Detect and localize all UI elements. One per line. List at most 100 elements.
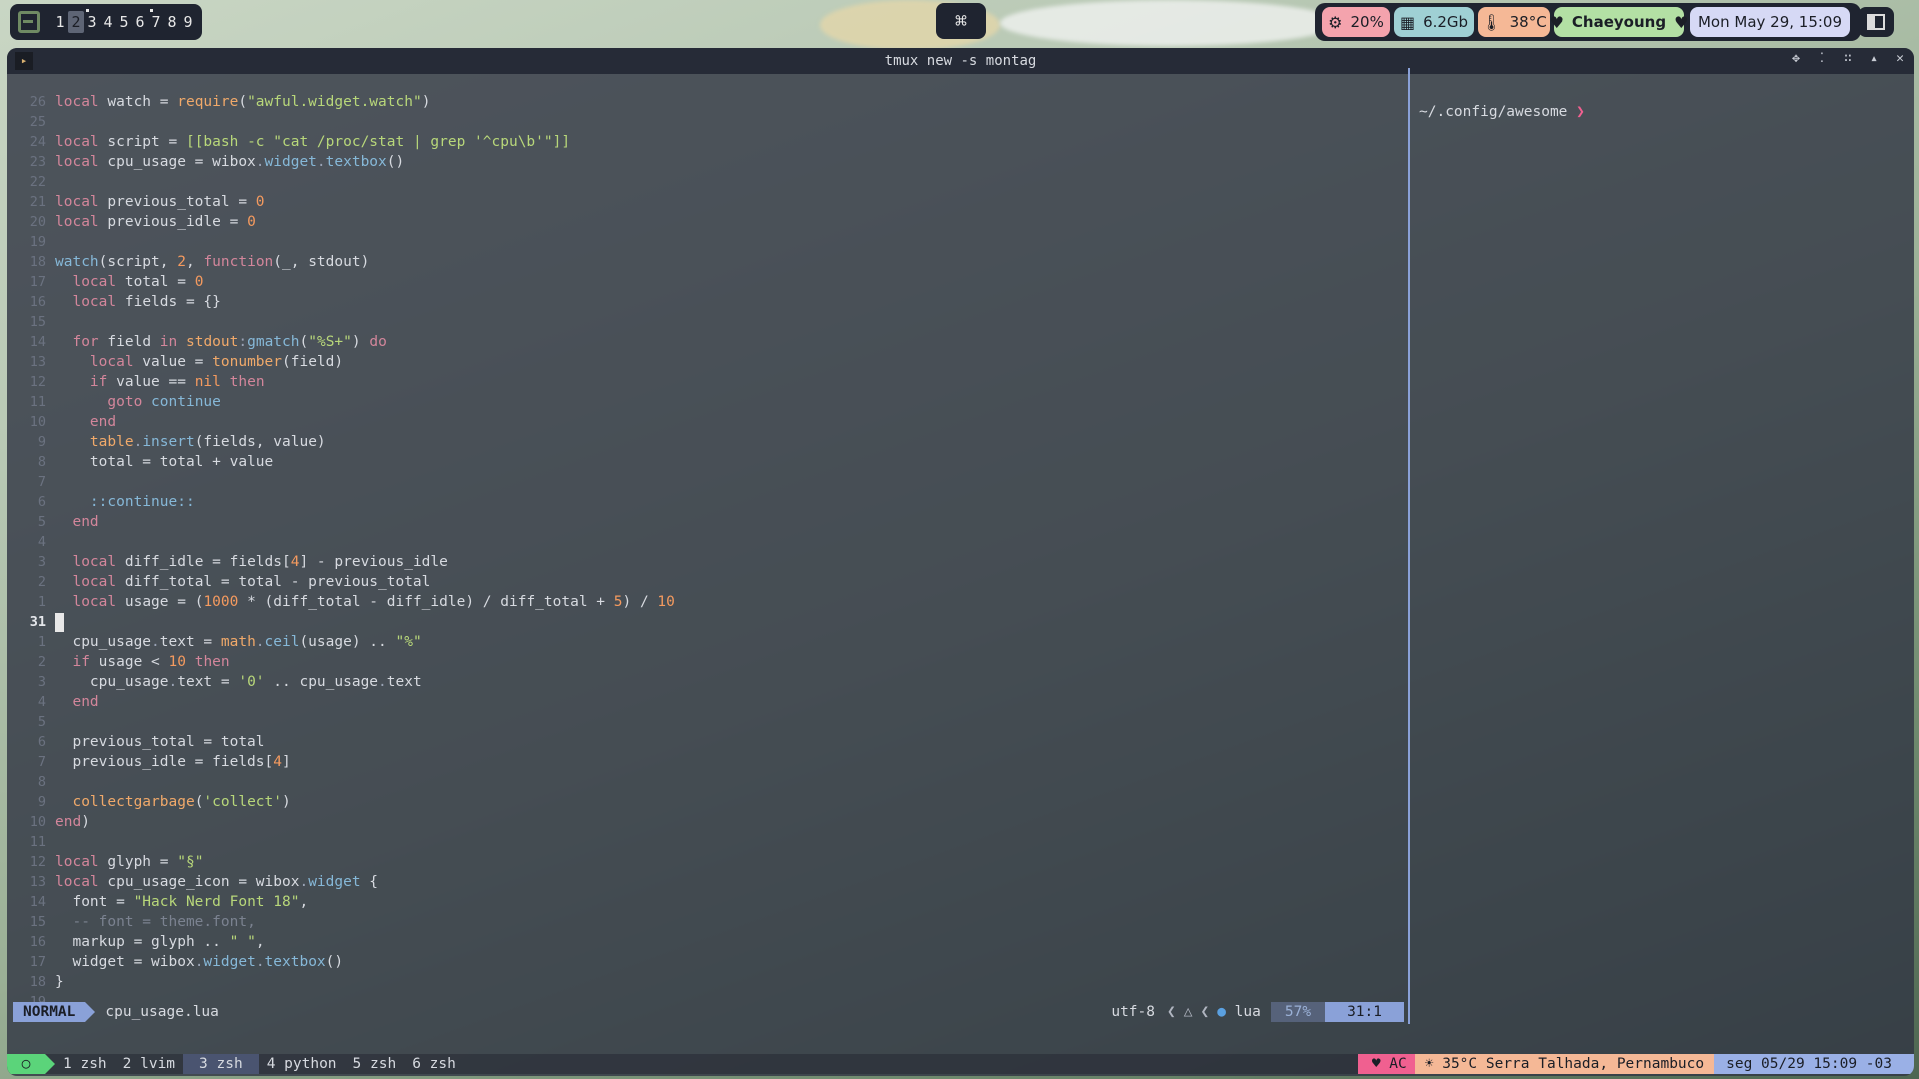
line-number: 9 (37, 794, 46, 810)
code-line[interactable]: 18 watch(script, 2, function(_, stdout) (7, 252, 1407, 272)
code-line[interactable]: 9 table.insert(fields, value) (7, 432, 1407, 452)
pane-divider[interactable] (1408, 68, 1410, 1024)
tmux-window-tab[interactable]: 4 python (259, 1054, 345, 1074)
app-menu-icon[interactable]: ⌘ (936, 3, 986, 39)
workspace-tag[interactable]: 8 (164, 11, 180, 33)
line-text: if value == nil then (89, 374, 265, 390)
workspace-tag[interactable]: 2 (68, 11, 84, 33)
workspace-tag[interactable]: 3 (84, 9, 100, 33)
maximize-icon[interactable]: ▴ (1866, 51, 1882, 66)
code-line[interactable]: 17 widget = wibox.widget.textbox() (7, 952, 1407, 972)
workspace-tag[interactable]: 7 (148, 9, 164, 33)
code-line[interactable]: 13 local cpu_usage_icon = wibox.widget { (7, 872, 1407, 892)
line-text: local fields = {} (72, 294, 221, 310)
line-text: end (72, 514, 99, 530)
code-line[interactable]: 21 local previous_total = 0 (7, 192, 1407, 212)
code-line[interactable]: 3 cpu_usage.text = '0' .. cpu_usage.text (7, 672, 1407, 692)
temperature-widget[interactable]: 🌡 38°C (1478, 7, 1550, 37)
code-line[interactable]: 11 goto continue (7, 392, 1407, 412)
code-line[interactable]: 6 previous_total = total (7, 732, 1407, 752)
tmux-window-list: 1 zsh 2 lvim 3 zsh 4 python 5 zsh 6 zsh (55, 1054, 464, 1074)
code-line[interactable]: 2 if usage < 10 then (7, 652, 1407, 672)
heart-icon: ♥ (1549, 12, 1564, 32)
line-text: local watch = require("awful.widget.watc… (55, 94, 431, 110)
line-text: local cpu_usage_icon = wibox.widget { (55, 874, 379, 890)
tmux-window-tab[interactable]: 3 zsh (183, 1054, 259, 1074)
line-number: 15 (29, 314, 46, 330)
line-text: widget = wibox.widget.textbox() (55, 954, 344, 970)
workspace-switcher: 123456789 (10, 4, 202, 40)
code-line[interactable]: 14 font = "Hack Nerd Font 18", (7, 892, 1407, 912)
code-line[interactable]: 17 local total = 0 (7, 272, 1407, 292)
code-line[interactable]: 12 if value == nil then (7, 372, 1407, 392)
clock-widget[interactable]: Mon May 29, 15:09 (1690, 7, 1850, 37)
layout-switcher-icon[interactable] (1858, 7, 1894, 37)
code-line[interactable]: 11 (7, 832, 1407, 852)
code-line[interactable]: 13 local value = tonumber(field) (7, 352, 1407, 372)
shell-pane[interactable]: ~/.config/awesome ❯ (1419, 104, 1585, 120)
code-line[interactable]: 15 (7, 312, 1407, 332)
workspace-tag[interactable]: 6 (132, 11, 148, 33)
code-line[interactable]: 7 (7, 472, 1407, 492)
code-line[interactable]: 26 local watch = require("awful.widget.wa… (7, 92, 1407, 112)
workspace-tag[interactable]: 1 (52, 11, 68, 33)
close-icon[interactable]: ✕ (1892, 51, 1908, 66)
code-line[interactable]: 10 end) (7, 812, 1407, 832)
lua-icon: ● (1217, 1004, 1235, 1020)
line-number: 15 (29, 914, 46, 930)
code-line[interactable]: 7 previous_idle = fields[4] (7, 752, 1407, 772)
code-line[interactable]: 3 local diff_idle = fields[4] - previous… (7, 552, 1407, 572)
cpu-widget[interactable]: ⚙ 20% (1322, 7, 1390, 37)
line-text: table.insert(fields, value) (89, 434, 326, 450)
workspace-tag[interactable]: 9 (180, 11, 196, 33)
code-line[interactable]: 5 end (7, 512, 1407, 532)
tmux-window-tab[interactable]: 1 zsh (55, 1054, 115, 1074)
code-line[interactable]: 2 local diff_total = total - previous_to… (7, 572, 1407, 592)
code-line[interactable]: 23 local cpu_usage = wibox.widget.textbox… (7, 152, 1407, 172)
code-line[interactable]: 6 ::continue:: (7, 492, 1407, 512)
code-line[interactable]: 12 local glyph = "§" (7, 852, 1407, 872)
tmux-window-tab[interactable]: 2 lvim (115, 1054, 183, 1074)
code-line[interactable]: 10 end (7, 412, 1407, 432)
code-buffer[interactable]: 26 local watch = require("awful.widget.wa… (7, 92, 1407, 1012)
code-line[interactable]: 8 total = total + value (7, 452, 1407, 472)
code-line[interactable]: 14 for field in stdout:gmatch("%S+") do (7, 332, 1407, 352)
code-line[interactable]: 9 collectgarbage('collect') (7, 792, 1407, 812)
line-text: cpu_usage.text = '0' .. cpu_usage.text (55, 674, 422, 690)
code-line[interactable]: 16 markup = glyph .. " ", (7, 932, 1407, 952)
code-line[interactable]: 25 (7, 112, 1407, 132)
tmux-window-tab[interactable]: 5 zsh (345, 1054, 405, 1074)
code-line[interactable]: 5 (7, 712, 1407, 732)
code-line[interactable]: 4 end (7, 692, 1407, 712)
window-titlebar[interactable]: ▸ tmux new -s montag ✥ ⁚ ∷ ▴ ✕ (7, 48, 1914, 74)
sticky-icon[interactable]: ✥ (1788, 51, 1804, 66)
memory-widget[interactable]: ▦ 6.2Gb (1394, 7, 1474, 37)
line-number: 2 (37, 654, 46, 670)
code-line[interactable]: 16 local fields = {} (7, 292, 1407, 312)
line-text: end (89, 414, 117, 430)
code-line[interactable]: 4 (7, 532, 1407, 552)
line-number: 13 (29, 874, 46, 890)
ontop-icon[interactable]: ⁚ (1814, 51, 1830, 66)
code-line[interactable]: 31 (7, 612, 1407, 632)
code-line[interactable]: 24 local script = [[bash -c "cat /proc/st… (7, 132, 1407, 152)
line-number: 12 (29, 374, 46, 390)
code-line[interactable]: 8 (7, 772, 1407, 792)
tmux-window-tab[interactable]: 6 zsh (404, 1054, 464, 1074)
user-widget[interactable]: ♥ Chaeyoung ♥ (1550, 7, 1688, 37)
floating-icon[interactable]: ∷ (1840, 51, 1856, 66)
line-number: 5 (37, 714, 46, 730)
code-line[interactable]: 1 cpu_usage.text = math.ceil(usage) .. "… (7, 632, 1407, 652)
launcher-icon[interactable] (18, 11, 40, 33)
code-line[interactable]: 18} (7, 972, 1407, 992)
code-line[interactable]: 15 -- font = theme.font, (7, 912, 1407, 932)
editor-pane[interactable]: 26 local watch = require("awful.widget.wa… (7, 74, 1408, 1024)
code-line[interactable]: 20 local previous_idle = 0 (7, 212, 1407, 232)
code-line[interactable]: 19 (7, 232, 1407, 252)
code-line[interactable]: 1 local usage = (1000 * (diff_total - di… (7, 592, 1407, 612)
workspace-list: 123456789 (52, 9, 196, 33)
line-text: goto continue (107, 394, 221, 410)
code-line[interactable]: 22 (7, 172, 1407, 192)
workspace-tag[interactable]: 5 (116, 11, 132, 33)
workspace-tag[interactable]: 4 (100, 11, 116, 33)
